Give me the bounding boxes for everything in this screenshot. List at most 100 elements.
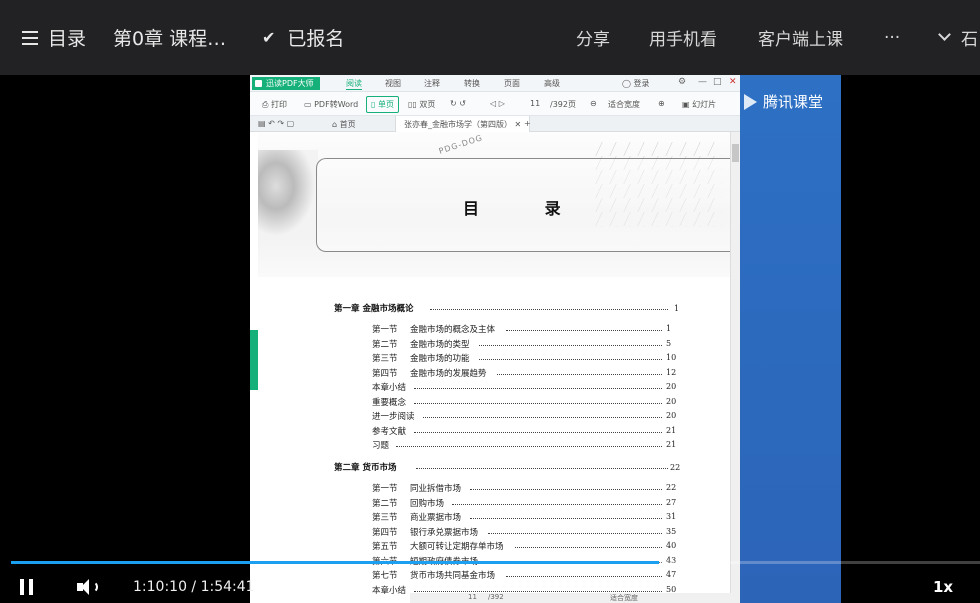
client-class-button[interactable]: 客户端上课 — [758, 0, 843, 75]
pdf-scrollbar — [730, 132, 740, 603]
pdf-menu-convert: 转换 — [464, 79, 480, 88]
video-area[interactable]: 迅读PDF大师 阅读 视图 注释 转换 页面 高级 ◯ 登录 ⚙ — □ ✕ ⎙… — [0, 75, 980, 603]
share-button[interactable]: 分享 — [576, 0, 610, 75]
catalog-label: 目录 — [48, 28, 87, 50]
pdf-fit-width: 适合宽度 — [608, 100, 640, 109]
chapter-title[interactable]: 第0章 课程… — [113, 0, 226, 75]
toc-item-section: 第二节 — [372, 498, 398, 509]
enrolled-button[interactable]: ✔ 已报名 — [262, 0, 344, 75]
chapter-2-heading: 第二章 货币市场 — [334, 461, 397, 473]
toc-item-page: 21 — [666, 440, 677, 449]
page-icon: ▯ — [371, 100, 378, 109]
dot-leader — [515, 547, 662, 548]
tab-add-icon: + — [524, 119, 531, 128]
dot-leader — [506, 576, 662, 577]
tab-document: 张亦春_金融市场学（第四版） ✕ — [395, 116, 531, 132]
dot-leader — [414, 590, 662, 592]
pdf-scroll-thumb — [732, 144, 739, 162]
toc-item-page: 5 — [666, 338, 672, 348]
toc-item-title: 金融市场的概念及主体 — [410, 325, 496, 335]
pdf-app-logo: 迅读PDF大师 — [252, 77, 320, 90]
toc-item-title: 货币市场共同基金市场 — [410, 571, 496, 581]
dot-leader — [452, 503, 662, 505]
pdf-print-label: 打印 — [270, 100, 287, 109]
volume-button[interactable] — [77, 575, 101, 599]
home-icon: ⌂ — [332, 120, 340, 129]
pause-button[interactable] — [20, 575, 34, 599]
more-button[interactable]: ··· — [884, 0, 900, 75]
tab-home-label: 首页 — [339, 120, 356, 129]
chapter-1-heading: 第一章 金融市场概论 — [334, 302, 414, 314]
tab-home: ⌂ 首页 — [332, 119, 356, 130]
progress-fill — [11, 561, 660, 564]
catalog-button[interactable]: 目录 — [22, 0, 86, 75]
pdf-single-page-label: 单页 — [377, 100, 394, 109]
toc-item: 重要概念 — [372, 396, 406, 408]
pdf-menu-read: 阅读 — [346, 79, 362, 90]
dot-leader — [396, 446, 662, 447]
double-page-icon: ▯▯ — [408, 100, 420, 109]
enrolled-label: 已报名 — [287, 28, 345, 50]
chapter-2-title: 货币市场 — [362, 463, 397, 473]
toc-item-section: 第七节 — [372, 571, 398, 581]
toc-item-page: 22 — [666, 483, 677, 492]
slideshow-icon: ▣ — [682, 100, 693, 109]
progress-bar[interactable] — [11, 561, 980, 564]
toc-item-title: 重要概念 — [372, 397, 407, 408]
pdf-page: PDG-DOG 目 录 第一章 金融市场概论 1 第一节 金融市场的概念及主体 1 第… — [258, 132, 730, 603]
pdf-tab-bar: ▤ ↶ ↷ ▢ ⌂ 首页 张亦春_金融市场学（第四版） ✕ + — [250, 116, 740, 132]
pdf-menu-annotate: 注释 — [424, 79, 440, 88]
toc-item: 本章小结 — [372, 584, 406, 596]
pdf-title-bar: 迅读PDF大师 阅读 视图 注释 转换 页面 高级 ◯ 登录 ⚙ — □ ✕ — [250, 75, 740, 92]
toc-item-page: 20 — [666, 411, 677, 420]
toc-item: 第一节 同业拆借市场 — [372, 482, 461, 494]
dot-leader — [416, 468, 668, 469]
pdf-bottom-bar: 11 /392 适合宽度 — [410, 593, 740, 603]
chapter-1-title: 金融市场概论 — [362, 304, 414, 314]
toc-item-page: 21 — [666, 425, 677, 435]
dot-leader — [423, 417, 662, 418]
toc-item: 第三节 金融市场的功能 — [372, 352, 470, 364]
toc-item-title: 本章小结 — [372, 585, 407, 596]
mobile-watch-button[interactable]: 用手机看 — [649, 0, 717, 75]
pdf-slideshow: ▣ 幻灯片 — [682, 99, 716, 110]
tab-document-label: 张亦春_金融市场学（第四版） — [404, 120, 512, 129]
settings-icon: ⚙ — [678, 77, 687, 87]
pdf-double-page-label: 双页 — [419, 100, 436, 109]
play-logo-icon — [744, 93, 757, 110]
close-icon: ✕ — [729, 77, 737, 87]
toc-item-title: 商业票据市场 — [410, 513, 462, 523]
chevron-down-icon — [938, 28, 951, 41]
toc-item-title: 金融市场的功能 — [410, 354, 470, 364]
toc-item: 第五节 大额可转让定期存单市场 — [372, 540, 504, 552]
time-display: 1:10:10 / 1:54:41 — [133, 575, 255, 599]
chapter-2-label: 第二章 — [334, 463, 360, 473]
toc-item: 第三节 商业票据市场 — [372, 511, 461, 523]
maximize-icon: □ — [713, 77, 722, 87]
chapter-1-label: 第一章 — [334, 304, 360, 314]
dot-leader — [506, 330, 662, 331]
toc-item-page: 1 — [666, 324, 672, 333]
pdf-menu-page: 页面 — [504, 79, 520, 88]
toc-item: 第二节 回购市场 — [372, 497, 444, 509]
pdf-toolbar: ⎙ 打印 ▭ PDF转Word ▯ 单页 ▯▯ 双页 ↻ ↺ ◁ ▷ 11 /3… — [250, 92, 740, 116]
pdf-menu-advanced: 高级 — [544, 79, 560, 88]
pdf-current-page: 11 — [530, 99, 541, 108]
chapter-1-page: 1 — [674, 304, 680, 313]
toc-item-section: 第四节 — [372, 527, 398, 538]
video-player-page: 目录 第0章 课程… ✔ 已报名 分享 用手机看 客户端上课 ··· 石 迅读P… — [0, 0, 980, 603]
toc-item: 进一步阅读 — [372, 410, 415, 422]
pdf-to-word: ▭ PDF转Word — [304, 99, 358, 110]
menu-icon — [22, 30, 38, 45]
user-menu[interactable]: 石 — [938, 0, 978, 75]
pdf-total-pages: /392页 — [550, 100, 576, 109]
toc-item: 本章小结 — [372, 381, 406, 393]
playback-speed-button[interactable]: 1x — [933, 575, 953, 599]
pdf-to-word-label: PDF转Word — [314, 100, 359, 109]
pdf-side-tab — [250, 330, 258, 390]
toc-item-page: 10 — [666, 353, 677, 362]
zoom-in-icon: ⊕ — [658, 99, 665, 108]
toc-item-page: 20 — [666, 382, 677, 391]
pdf-single-page: ▯ 单页 — [366, 96, 399, 113]
duration: 1:54:41 — [200, 579, 255, 595]
